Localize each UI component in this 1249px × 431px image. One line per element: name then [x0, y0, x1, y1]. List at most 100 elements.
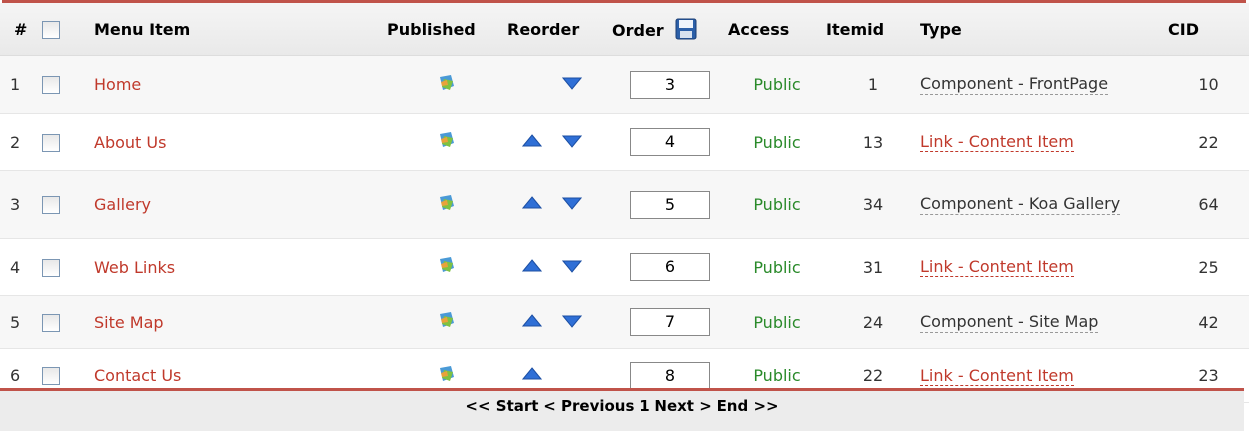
menu-item-link[interactable]: Web Links	[94, 258, 175, 277]
reorder-cell	[507, 170, 612, 239]
move-down-icon[interactable]	[557, 195, 587, 214]
cid-value: 10	[1168, 55, 1249, 114]
move-down-icon[interactable]	[557, 133, 587, 152]
order-input[interactable]: 4	[630, 128, 710, 156]
header-cid[interactable]: CID	[1168, 3, 1249, 56]
row-number: 4	[0, 238, 42, 296]
row-select-cell[interactable]	[42, 295, 94, 349]
access-level[interactable]: Public	[728, 113, 826, 171]
pagination-end[interactable]: End >>	[717, 397, 779, 415]
move-down-icon[interactable]	[557, 313, 587, 332]
type-cell: Link - Content Item	[920, 238, 1168, 296]
pagination-start[interactable]: << Start	[465, 397, 538, 415]
access-level[interactable]: Public	[728, 170, 826, 239]
menu-item-link[interactable]: Gallery	[94, 195, 151, 214]
row-checkbox[interactable]	[42, 133, 60, 152]
menu-item-link[interactable]: About Us	[94, 133, 166, 152]
order-cell: 4	[612, 113, 728, 171]
row-select-cell[interactable]	[42, 55, 94, 114]
cid-value: 22	[1168, 113, 1249, 171]
type-link[interactable]: Component - Koa Gallery	[920, 194, 1121, 215]
table-row: 2 About Us 4 Public 13 Link - Content Item 22	[0, 113, 1249, 171]
select-all-checkbox[interactable]	[42, 20, 60, 39]
header-select-all[interactable]	[42, 3, 94, 56]
menu-item-cell: About Us	[94, 113, 387, 171]
reorder-cell	[507, 238, 612, 296]
published-icon[interactable]	[437, 130, 457, 154]
menu-item-link[interactable]: Site Map	[94, 313, 164, 332]
type-link[interactable]: Component - Site Map	[920, 312, 1099, 333]
order-input[interactable]: 3	[630, 70, 710, 99]
itemid-value: 31	[826, 238, 920, 296]
table-row: 1 Home 3 Public 1 Component - FrontPage 10	[0, 55, 1249, 114]
type-cell: Component - FrontPage	[920, 55, 1168, 114]
order-cell: 5	[612, 170, 728, 239]
itemid-value: 34	[826, 170, 920, 239]
cid-value: 42	[1168, 295, 1249, 349]
published-icon[interactable]	[437, 193, 457, 217]
menu-item-link[interactable]: Home	[94, 75, 141, 94]
header-itemid[interactable]: Itemid	[826, 3, 920, 56]
header-menu-item[interactable]: Menu Item	[94, 3, 387, 56]
pagination-next[interactable]: Next >	[654, 397, 711, 415]
type-link[interactable]: Component - FrontPage	[920, 74, 1109, 95]
header-access[interactable]: Access	[728, 3, 826, 56]
type-cell: Component - Site Map	[920, 295, 1168, 349]
published-icon[interactable]	[437, 255, 457, 279]
access-level[interactable]: Public	[728, 238, 826, 296]
reorder-cell	[507, 55, 612, 114]
type-link[interactable]: Link - Content Item	[920, 132, 1074, 152]
move-up-icon[interactable]	[507, 313, 557, 332]
type-link[interactable]: Link - Content Item	[920, 257, 1074, 277]
move-up-icon[interactable]	[507, 133, 557, 152]
header-type[interactable]: Type	[920, 3, 1168, 56]
order-input[interactable]: 6	[630, 253, 710, 281]
type-cell: Link - Content Item	[920, 113, 1168, 171]
row-number: 2	[0, 113, 42, 171]
row-select-cell[interactable]	[42, 238, 94, 296]
menu-item-link[interactable]: Contact Us	[94, 366, 181, 385]
access-level[interactable]: Public	[728, 295, 826, 349]
move-down-icon[interactable]	[557, 75, 587, 94]
order-input[interactable]: 7	[630, 308, 710, 336]
row-checkbox[interactable]	[42, 313, 60, 332]
type-link[interactable]: Link - Content Item	[920, 366, 1074, 386]
order-input[interactable]: 8	[630, 361, 710, 390]
table-row: 3 Gallery 5 Public 34 Component - Koa Gallery…	[0, 170, 1249, 239]
published-icon[interactable]	[437, 73, 457, 97]
cid-value: 25	[1168, 238, 1249, 296]
itemid-value: 13	[826, 113, 920, 171]
published-icon[interactable]	[437, 364, 457, 388]
row-checkbox[interactable]	[42, 367, 60, 386]
move-up-icon[interactable]	[507, 195, 557, 214]
pagination-current-page: 1	[639, 397, 650, 415]
access-level[interactable]: Public	[728, 55, 826, 114]
type-cell: Component - Koa Gallery	[920, 170, 1168, 239]
row-select-cell[interactable]	[42, 170, 94, 239]
row-checkbox[interactable]	[42, 76, 60, 95]
row-number: 3	[0, 170, 42, 239]
row-select-cell[interactable]	[42, 113, 94, 171]
move-down-icon[interactable]	[557, 258, 587, 277]
header-order[interactable]: Order	[612, 3, 728, 56]
order-cell: 7	[612, 295, 728, 349]
order-cell: 6	[612, 238, 728, 296]
pagination-prev[interactable]: < Previous	[543, 397, 634, 415]
header-reorder: Reorder	[507, 3, 612, 56]
published-cell	[387, 295, 507, 349]
header-published[interactable]: Published	[387, 3, 507, 56]
menu-item-cell: Home	[94, 55, 387, 114]
move-up-icon[interactable]	[507, 258, 557, 277]
row-number: 1	[0, 55, 42, 114]
itemid-value: 24	[826, 295, 920, 349]
order-input[interactable]: 5	[630, 190, 710, 219]
header-order-label[interactable]: Order	[612, 21, 664, 40]
row-checkbox[interactable]	[42, 196, 60, 215]
save-order-icon[interactable]	[675, 18, 697, 40]
pagination-bar: << Start < Previous 1 Next > End >>	[0, 388, 1244, 431]
row-checkbox[interactable]	[42, 258, 60, 277]
published-icon[interactable]	[437, 310, 457, 334]
menu-item-cell: Site Map	[94, 295, 387, 349]
menu-item-cell: Web Links	[94, 238, 387, 296]
move-up-icon[interactable]	[507, 366, 557, 385]
